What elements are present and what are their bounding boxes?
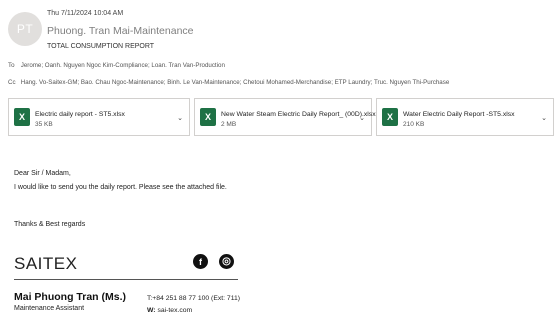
attachment-card[interactable]: X New Water Steam Electric Daily Report_… [194, 98, 376, 136]
facebook-icon[interactable]: f [193, 254, 208, 269]
closing: Thanks & Best regards [14, 221, 86, 228]
cc-recipients[interactable]: Hang. Vo-Saitex-GM; Bao. Chau Ngoc-Maint… [21, 79, 450, 86]
website-label: W: [147, 307, 156, 314]
signature-name: Mai Phuong Tran (Ms.) [14, 291, 126, 303]
signature-phone: T:+84 251 88 77 100 (Ext: 711) [147, 295, 241, 302]
website-link[interactable]: sai-tex.com [157, 307, 192, 314]
attachment-size: 2 MB [221, 121, 237, 128]
to-recipients[interactable]: Jerome; Oanh. Nguyen Ngoc Kim-Compliance… [21, 62, 225, 69]
cc-label: Cc [8, 79, 16, 86]
attachment-size: 210 KB [403, 121, 425, 128]
email-subject: TOTAL CONSUMPTION REPORT [47, 43, 155, 50]
sender-avatar[interactable]: PT [8, 12, 42, 46]
chevron-down-icon[interactable]: ⌄ [359, 114, 365, 122]
instagram-icon[interactable]: ◎ [219, 254, 234, 269]
attachment-name: Water Electric Daily Report -ST5.xlsx [403, 111, 515, 118]
attachment-card[interactable]: X Water Electric Daily Report -ST5.xlsx … [376, 98, 554, 136]
to-row: To Jerome; Oanh. Nguyen Ngoc Kim-Complia… [8, 62, 225, 69]
signature-title: Maintenance Assistant [14, 305, 85, 312]
cc-row: Cc Hang. Vo-Saitex-GM; Bao. Chau Ngoc-Ma… [8, 79, 449, 86]
chevron-down-icon[interactable]: ⌄ [541, 114, 547, 122]
excel-icon: X [382, 108, 398, 126]
attachment-name: Electric daily report - ST5.xlsx [35, 111, 125, 118]
excel-icon: X [200, 108, 216, 126]
sender-name[interactable]: Phuong. Tran Mai-Maintenance [47, 25, 194, 37]
attachment-size: 35 KB [35, 121, 53, 128]
excel-icon: X [14, 108, 30, 126]
sent-date: Thu 7/11/2024 10:04 AM [47, 10, 124, 17]
body-line: I would like to send you the daily repor… [14, 184, 227, 191]
signature-website: W: sai-tex.com [147, 307, 192, 314]
attachment-name: New Water Steam Electric Daily Report_ (… [221, 111, 376, 118]
chevron-down-icon[interactable]: ⌄ [177, 114, 183, 122]
attachment-card[interactable]: X Electric daily report - ST5.xlsx 35 KB… [8, 98, 190, 136]
signature-divider [14, 279, 238, 280]
greeting: Dear Sir / Madam, [14, 170, 71, 177]
to-label: To [8, 62, 15, 69]
brand-logo: SAITEX [14, 254, 78, 273]
